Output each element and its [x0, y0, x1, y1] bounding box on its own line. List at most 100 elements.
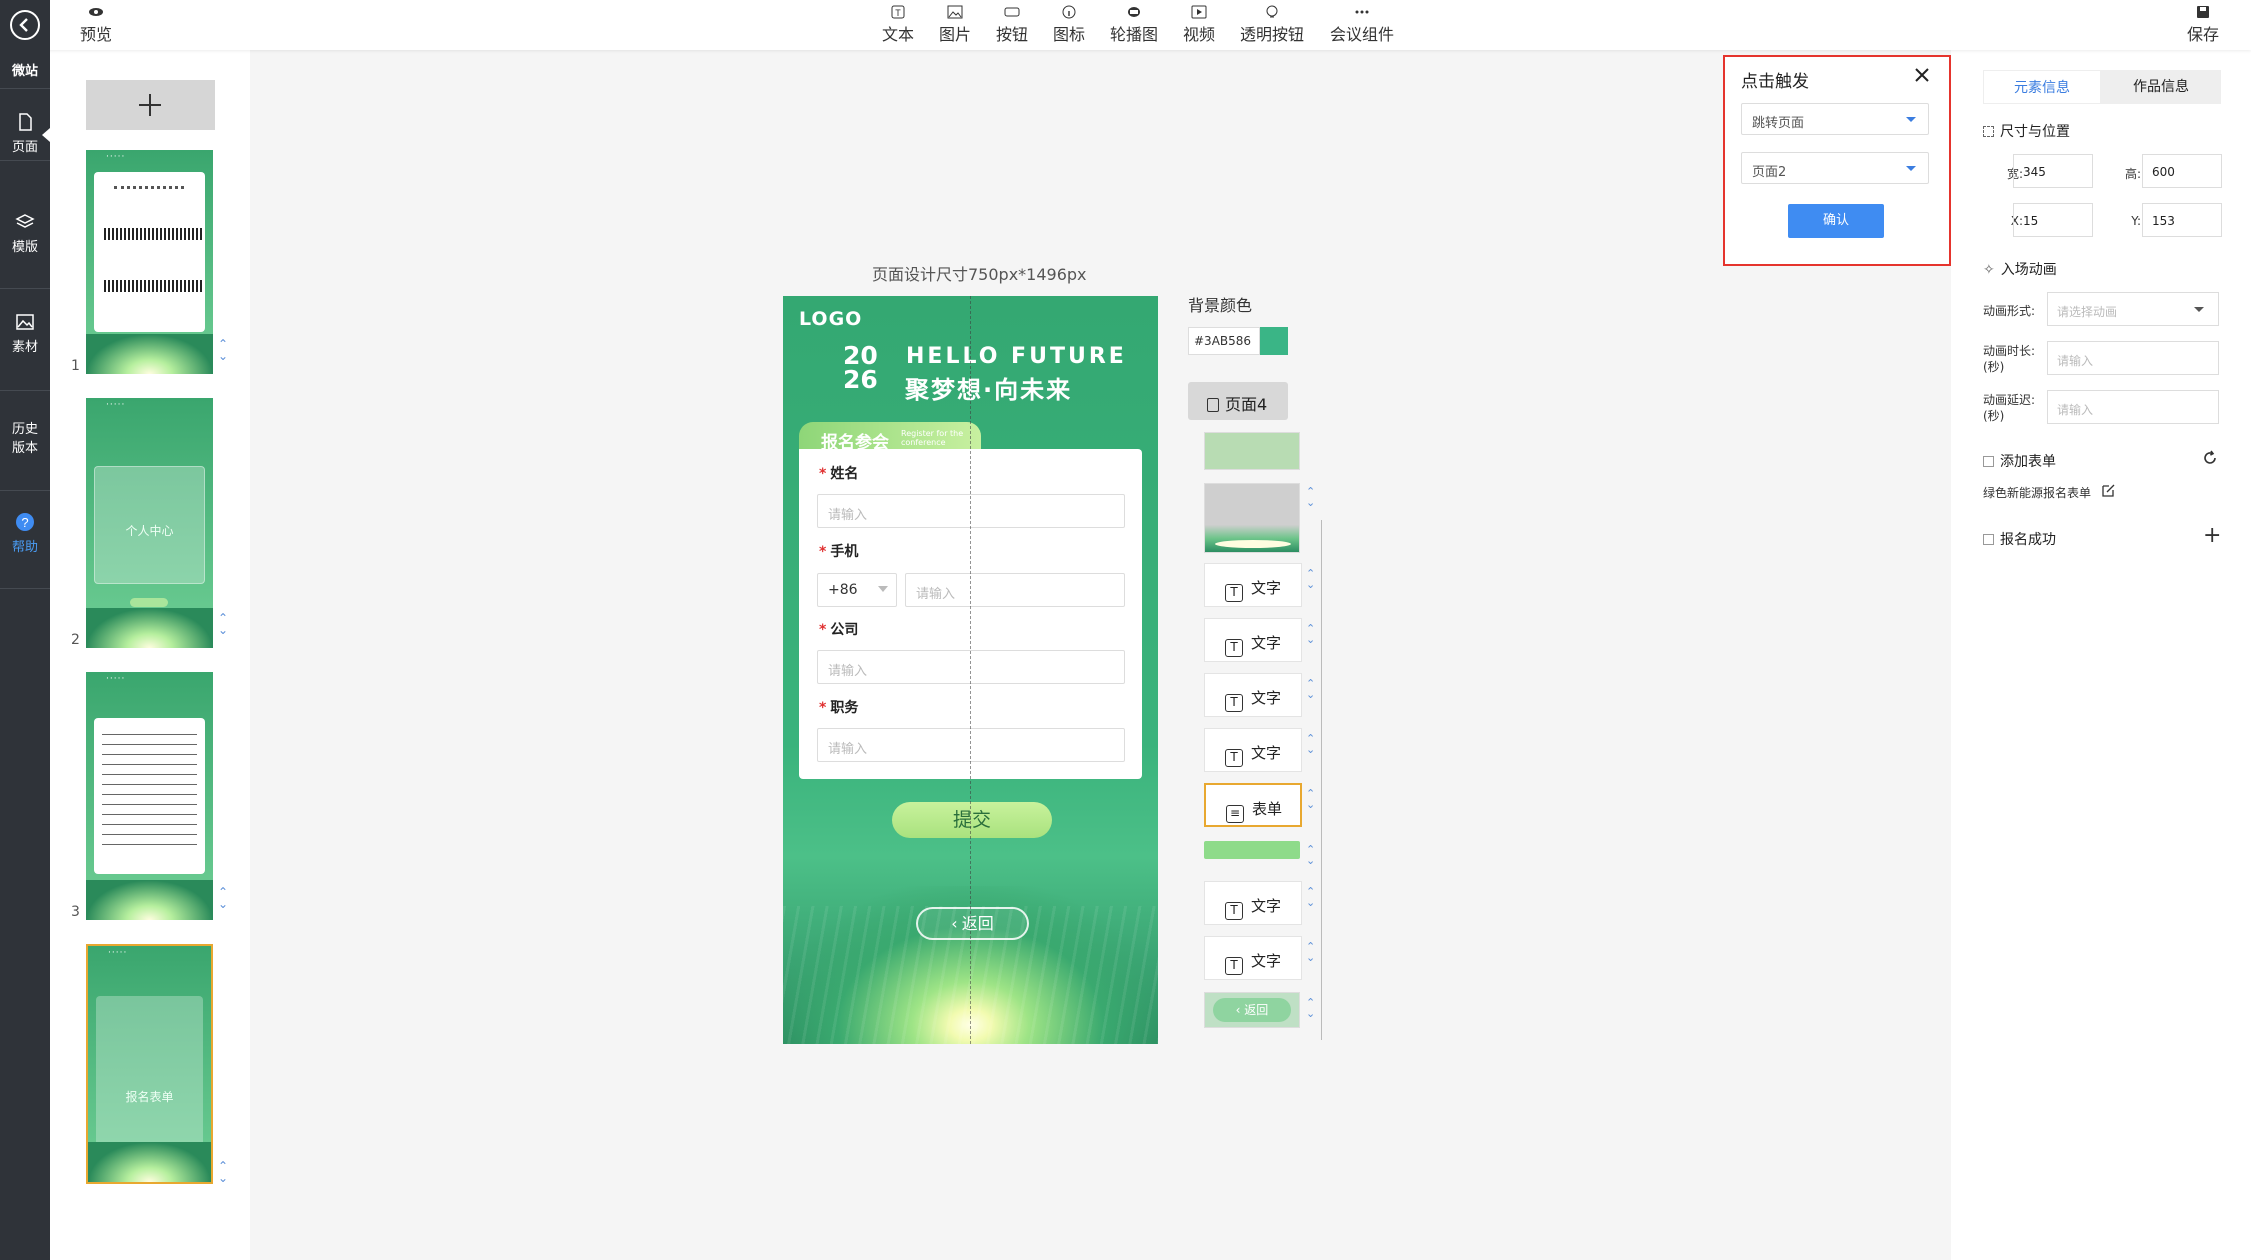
required-mark: * — [819, 466, 827, 482]
layer-text[interactable]: T 文字 — [1204, 673, 1302, 717]
target-page-select[interactable]: 页面2 — [1741, 152, 1929, 184]
animation-duration-input[interactable]: 请输入 — [2047, 341, 2219, 375]
layer-glow — [1215, 540, 1291, 548]
layer-text[interactable]: T 文字 — [1204, 936, 1302, 980]
submit-button[interactable]: 提交 — [892, 802, 1052, 838]
layers-icon — [15, 214, 35, 228]
tool-label: 图标 — [1053, 25, 1086, 44]
back-button[interactable] — [10, 10, 40, 40]
layer-back-button[interactable]: ‹ 返回 — [1204, 992, 1300, 1028]
layer-text[interactable]: T 文字 — [1204, 728, 1302, 772]
reorder-arrows[interactable]: ⌃ ⌄ — [218, 338, 228, 362]
animation-delay-input[interactable]: 请输入 — [2047, 390, 2219, 424]
add-plus-icon[interactable]: + — [2203, 525, 2221, 547]
layer-page-header[interactable]: 页面4 — [1188, 382, 1288, 420]
layer-label: 文字 — [1251, 689, 1282, 707]
reorder-arrows[interactable]: ⌃ ⌄ — [1306, 997, 1315, 1019]
text-icon: T — [1225, 639, 1243, 657]
more-icon — [1355, 10, 1369, 14]
animation-type-select[interactable]: 请选择动画 — [2047, 292, 2219, 326]
year-text[interactable]: 20 26 — [843, 343, 893, 392]
reorder-arrows[interactable]: ⌃ ⌄ — [1306, 568, 1315, 590]
background-color-input[interactable]: #3AB586 — [1188, 327, 1260, 355]
save-button[interactable]: 保存 — [2187, 5, 2219, 45]
popup-title: 点击触发 — [1741, 72, 1809, 92]
reorder-arrows[interactable]: ⌃ ⌄ — [1306, 788, 1315, 810]
x-input[interactable]: 15 — [2013, 203, 2093, 237]
reorder-arrows[interactable]: ⌃ ⌄ — [1306, 733, 1315, 755]
name-input[interactable]: 请输入 — [817, 494, 1125, 528]
nav-item-help[interactable]: ? 帮助 — [0, 512, 50, 555]
page-thumbnail-4[interactable]: ····· 报名表单 — [86, 944, 213, 1184]
layer-label: 文字 — [1251, 897, 1282, 915]
layer-text[interactable]: T 文字 — [1204, 881, 1302, 925]
tab-element-info[interactable]: 元素信息 — [1983, 70, 2101, 104]
tool-carousel[interactable]: 轮播图 — [1110, 5, 1158, 45]
preview-button[interactable]: 预览 — [80, 5, 112, 45]
thumb-glow — [86, 334, 213, 374]
layer-text[interactable]: T 文字 — [1204, 618, 1302, 662]
reorder-arrows[interactable]: ⌃ ⌄ — [1306, 678, 1315, 700]
tab-work-info[interactable]: 作品信息 — [2101, 70, 2221, 104]
nav-item-label: 页面 — [11, 140, 38, 155]
layer-submit-bar[interactable] — [1204, 841, 1300, 859]
tool-button[interactable]: 按钮 — [996, 5, 1028, 45]
tool-image[interactable]: 图片 — [939, 5, 971, 45]
refresh-icon[interactable] — [2202, 450, 2218, 466]
position-input[interactable]: 请输入 — [817, 728, 1125, 762]
action-select[interactable]: 跳转页面 — [1741, 103, 1929, 135]
eye-icon — [89, 8, 103, 16]
nav-brand[interactable]: 微站 — [0, 60, 50, 79]
layer-scroll-track[interactable] — [1321, 520, 1322, 1040]
tool-video[interactable]: 视频 — [1183, 5, 1215, 45]
reorder-arrows[interactable]: ⌃ ⌄ — [218, 1160, 228, 1184]
page-thumbnail-2[interactable]: ····· 个人中心 — [86, 398, 213, 648]
reorder-arrows[interactable]: ⌃ ⌄ — [1306, 886, 1315, 908]
tool-transparent-button[interactable]: 透明按钮 — [1240, 5, 1304, 45]
svg-text:T: T — [895, 8, 901, 18]
reorder-arrows[interactable]: ⌃ ⌄ — [1306, 486, 1315, 508]
tool-meeting-component[interactable]: 会议组件 — [1330, 5, 1394, 45]
nav-item-history[interactable]: 历史版本 — [0, 420, 50, 458]
company-input[interactable]: 请输入 — [817, 650, 1125, 684]
layer-label: 文字 — [1251, 744, 1282, 762]
page-thumbnail-1[interactable]: ····· — [86, 150, 213, 374]
page-thumbnail-3[interactable]: ····· — [86, 672, 213, 920]
slogan-text[interactable]: 聚梦想·向未来 — [905, 370, 1072, 405]
add-form-section: 添加表单 — [1983, 451, 2056, 471]
chevron-down-icon — [1906, 117, 1916, 122]
layer-bg-swatch[interactable] — [1204, 432, 1300, 470]
height-input[interactable]: 600 — [2142, 154, 2222, 188]
reorder-arrows[interactable]: ⌃ ⌄ — [218, 612, 228, 636]
form-name[interactable]: 绿色新能源报名表单 — [1983, 484, 2091, 501]
popup-close-button[interactable] — [1910, 63, 1934, 87]
top-toolbar: 预览 T 文本 图片 按钮 图标 轮播图 视频 透明按钮 会议组件 保存 — [0, 0, 2251, 50]
tool-icon[interactable]: 图标 — [1053, 5, 1085, 45]
add-page-button[interactable] — [86, 80, 215, 130]
country-code-select[interactable]: +86 — [817, 573, 897, 607]
hello-future-text[interactable]: HELLO FUTURE — [906, 344, 1127, 369]
confirm-button[interactable]: 确认 — [1788, 204, 1884, 238]
text-icon: T — [1225, 694, 1243, 712]
nav-item-templates[interactable]: 模版 — [0, 212, 50, 255]
background-color-swatch[interactable] — [1260, 327, 1288, 355]
chevron-left-icon: ‹ — [951, 914, 958, 933]
reorder-arrows[interactable]: ⌃ ⌄ — [1306, 623, 1315, 645]
layer-label: 文字 — [1251, 634, 1282, 652]
tool-text[interactable]: T 文本 — [882, 5, 914, 45]
reorder-arrows[interactable]: ⌃ ⌄ — [218, 886, 228, 910]
nav-item-materials[interactable]: 素材 — [0, 312, 50, 355]
reorder-arrows[interactable]: ⌃ ⌄ — [1306, 844, 1315, 866]
layer-form[interactable]: ≡ 表单 — [1204, 783, 1302, 827]
thumb-glow — [86, 608, 213, 648]
tool-label: 视频 — [1183, 25, 1216, 44]
layer-bg-image[interactable] — [1204, 483, 1300, 553]
reorder-arrows[interactable]: ⌃ ⌄ — [1306, 941, 1315, 963]
layer-text[interactable]: T 文字 — [1204, 563, 1302, 607]
width-input[interactable]: 345 — [2013, 154, 2093, 188]
logo-text[interactable]: LOGO — [799, 308, 862, 330]
y-input[interactable]: 153 — [2142, 203, 2222, 237]
back-link-button[interactable]: ‹ 返回 — [916, 907, 1029, 940]
edit-icon[interactable] — [2101, 483, 2116, 498]
phone-input[interactable]: 请输入 — [905, 573, 1125, 607]
